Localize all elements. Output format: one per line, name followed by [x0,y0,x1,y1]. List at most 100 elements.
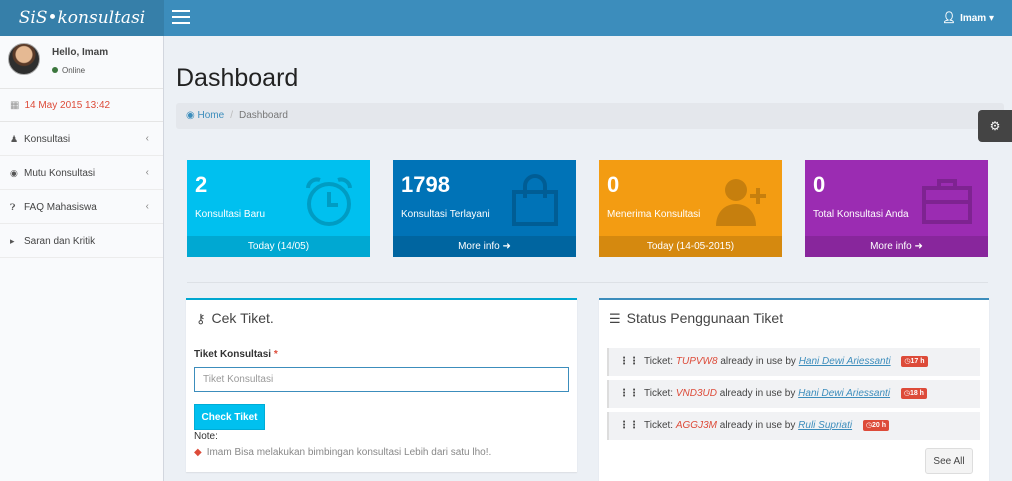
user-panel: Hello, Imam Online [0,36,163,89]
drag-handle-icon[interactable]: ⋮⋮ [619,356,639,367]
user-menu-name: Imam [960,13,987,24]
online-status: Online [52,66,85,75]
drag-handle-icon[interactable]: ⋮⋮ [619,420,639,431]
online-label: Online [62,66,86,75]
arrow-circle-right-icon: ➜ [914,241,923,252]
stat-number: 0 [607,172,620,197]
avatar [8,43,40,75]
chevron-left-icon: ‹ [145,201,149,212]
tiket-konsultasi-input[interactable] [194,367,569,392]
panel-title: ☰ Status Penggunaan Tiket [609,310,783,327]
stat-number: 2 [195,172,208,197]
breadcrumb-home[interactable]: ◉ Home [186,110,224,121]
field-label-text: Tiket Konsultasi [194,349,272,360]
sidebar-item-label: FAQ Mahasiswa [24,202,97,213]
breadcrumb-separator: / [230,110,233,121]
panel-title: ⚷ Cek Tiket. [196,310,274,327]
sidebar-item-konsultasi[interactable]: ♟ Konsultasi ‹ [0,122,163,156]
stat-label: Total Konsultasi Anda [813,209,909,220]
sidebar-item-faq-mahasiswa[interactable]: ❓︎ FAQ Mahasiswa ‹ [0,190,163,224]
question-icon: ❓︎ [10,202,16,212]
cek-tiket-panel: ⚷ Cek Tiket. Tiket Konsultasi * Check Tik… [186,298,577,472]
more-info-label: More info [870,241,912,252]
top-navbar: 👤︎ Imam ▾ [164,0,1012,36]
arrow-circle-right-icon: ➜ [502,241,511,252]
sidebar-toggle-icon[interactable] [172,10,190,26]
panel-title-text: Status Penggunaan Tiket [626,310,784,326]
time-badge: ◷17 h [901,356,928,367]
breadcrumb: ◉ Home / Dashboard [176,103,1004,129]
sidebar-item-label: Konsultasi [24,134,71,145]
stat-number: 1798 [401,172,450,197]
dashboard-icon: ◉ [10,168,18,178]
greeting: Hello, Imam [52,47,109,58]
more-info-link[interactable]: More info ➜ [393,236,576,257]
stat-box-konsultasi-terlayani: 1798 Konsultasi Terlayani More info ➜ [393,160,576,257]
app-logo[interactable]: SiS•konsultasi [0,0,164,36]
list-item: ⋮⋮ Ticket: VND3UD already in use by Hani … [607,380,980,408]
list-item: ⋮⋮ Ticket: TUPVW8 already in use by Hani … [607,348,980,376]
panel-title-text: Cek Tiket. [211,310,274,326]
ticket-middle-text: already in use by [720,356,796,367]
bullhorn-icon: ▸ [10,236,15,246]
ticket-code: AGGJ3M [675,420,717,431]
stat-label: Konsultasi Terlayani [401,209,490,220]
sidebar: Hello, Imam Online ▦ 14 May 2015 13:42 ♟ K… [0,36,164,481]
sidebar-item-saran-kritik[interactable]: ▸ Saran dan Kritik [0,224,163,258]
tag-icon: ◆ [194,447,202,458]
note-text-content: Imam Bisa melakukan bimbingan konsultasi… [206,447,492,458]
person-add-icon [716,179,766,226]
time-badge-text: 18 h [909,390,924,397]
breadcrumb-home-label: Home [197,110,225,121]
stat-box-total-konsultasi: 0 Total Konsultasi Anda More info ➜ [805,160,988,257]
stat-box-konsultasi-baru: 2 Konsultasi Baru Today (14/05) [187,160,370,257]
check-tiket-button[interactable]: Check Tiket [194,404,265,430]
required-mark: * [273,349,278,360]
divider [187,282,988,283]
sidebar-item-label: Mutu Konsultasi [24,168,96,179]
ticket-user-link[interactable]: Hani Dewi Ariessanti [799,356,891,367]
online-dot-icon [52,67,58,73]
stat-box-menerima-konsultasi: 0 Menerima Konsultasi Today (14-05-2015) [599,160,782,257]
note-text: ◆ Imam Bisa melakukan bimbingan konsultas… [194,447,491,458]
note-label: Note: [194,431,218,442]
ticket-code: VND3UD [675,388,717,399]
stat-footer: Today (14/05) [187,236,370,257]
alarm-clock-icon [306,177,352,226]
more-info-link[interactable]: More info ➜ [805,236,988,257]
stat-number: 0 [813,172,826,197]
chevron-left-icon: ‹ [145,167,149,178]
briefcase-icon [922,179,972,224]
calendar-icon: ▦ [10,100,20,111]
status-tiket-panel: ☰ Status Penggunaan Tiket ⋮⋮ Ticket: TUPVW… [599,298,989,481]
key-icon: ⚷ [196,311,206,326]
shopping-bag-icon [512,174,558,226]
stat-label: Konsultasi Baru [195,209,266,220]
sidebar-item-mutu-konsultasi[interactable]: ◉ Mutu Konsultasi ‹ [0,156,163,190]
ticket-user-link[interactable]: Ruli Supriati [798,420,852,431]
stat-footer: Today (14-05-2015) [599,236,782,257]
stat-label: Menerima Konsultasi [607,209,701,220]
gear-icon[interactable]: ⚙︎ [978,110,1012,142]
breadcrumb-current: Dashboard [238,110,288,121]
chevron-left-icon: ‹ [145,133,149,144]
user-menu[interactable]: 👤︎ Imam ▾ [942,0,994,37]
time-badge: ◷20 h [862,420,889,431]
more-info-label: More info [458,241,500,252]
time-badge: ◷18 h [900,388,927,399]
caret-down-icon: ▾ [988,13,994,24]
list-item: ⋮⋮ Ticket: AGGJ3M already in use by Ruli … [607,412,980,440]
ticket-code: TUPVW8 [675,356,718,367]
drag-handle-icon[interactable]: ⋮⋮ [619,388,639,399]
time-badge-text: 17 h [910,358,925,365]
see-all-button[interactable]: See All [925,448,973,474]
date-display: ▦ 14 May 2015 13:42 [0,89,163,122]
ticket-prefix: Ticket: [644,356,674,367]
field-label: Tiket Konsultasi * [194,349,278,360]
users-icon: ♟ [10,134,19,144]
ticket-user-link[interactable]: Hani Dewi Ariessanti [798,388,890,399]
clipboard-icon: ☰ [609,311,621,326]
user-icon: 👤︎ [942,12,957,24]
time-badge-text: 20 h [871,422,886,429]
ticket-prefix: Ticket: [644,388,674,399]
